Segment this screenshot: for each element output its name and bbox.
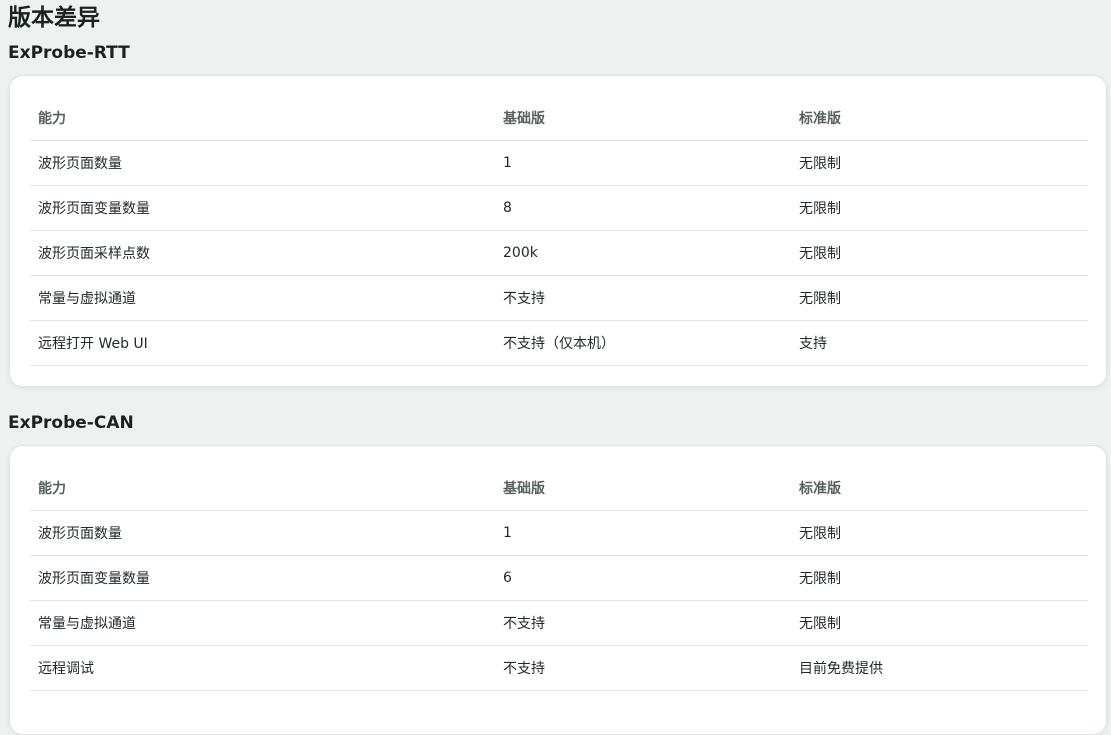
table-row: 波形页面变量数量 6 无限制 — [30, 555, 1088, 601]
column-header-basic: 基础版 — [495, 96, 791, 141]
basic-cell: 不支持（仅本机） — [495, 320, 791, 366]
table-header-row: 能力 基础版 标准版 — [30, 96, 1088, 141]
comparison-table-exprobe-rtt: 能力 基础版 标准版 波形页面数量 1 无限制 波形页面变量数量 8 无限制 波… — [30, 96, 1088, 366]
table-row: 远程调试 不支持 目前免费提供 — [30, 645, 1088, 691]
table-row: 远程打开 Web UI 不支持（仅本机） 支持 — [30, 320, 1088, 366]
page-title: 版本差异 — [8, 5, 100, 31]
table-row: 波形页面变量数量 8 无限制 — [30, 185, 1088, 231]
ability-cell: 远程打开 Web UI — [30, 320, 495, 366]
basic-cell: 不支持 — [495, 600, 791, 646]
basic-cell: 1 — [495, 510, 791, 556]
standard-cell: 无限制 — [791, 230, 1088, 276]
comparison-card-exprobe-rtt: 能力 基础版 标准版 波形页面数量 1 无限制 波形页面变量数量 8 无限制 波… — [9, 75, 1107, 387]
comparison-card-exprobe-can: 能力 基础版 标准版 波形页面数量 1 无限制 波形页面变量数量 6 无限制 常… — [9, 445, 1107, 735]
column-header-standard: 标准版 — [791, 96, 1088, 141]
section-title-exprobe-can: ExProbe-CAN — [8, 413, 134, 433]
ability-cell: 波形页面变量数量 — [30, 185, 495, 231]
standard-cell: 无限制 — [791, 185, 1088, 231]
standard-cell: 目前免费提供 — [791, 645, 1088, 691]
standard-cell: 无限制 — [791, 600, 1088, 646]
standard-cell: 无限制 — [791, 140, 1088, 186]
column-header-standard: 标准版 — [791, 466, 1088, 511]
standard-cell: 支持 — [791, 320, 1088, 366]
table-row: 常量与虚拟通道 不支持 无限制 — [30, 275, 1088, 321]
table-row: 波形页面数量 1 无限制 — [30, 140, 1088, 186]
column-header-ability: 能力 — [30, 96, 495, 141]
basic-cell: 不支持 — [495, 275, 791, 321]
standard-cell: 无限制 — [791, 275, 1088, 321]
standard-cell: 无限制 — [791, 510, 1088, 556]
basic-cell: 6 — [495, 555, 791, 601]
table-row: 常量与虚拟通道 不支持 无限制 — [30, 600, 1088, 646]
table-header-row: 能力 基础版 标准版 — [30, 466, 1088, 511]
ability-cell: 波形页面变量数量 — [30, 555, 495, 601]
ability-cell: 波形页面数量 — [30, 510, 495, 556]
ability-cell: 常量与虚拟通道 — [30, 600, 495, 646]
basic-cell: 不支持 — [495, 645, 791, 691]
comparison-table-exprobe-can: 能力 基础版 标准版 波形页面数量 1 无限制 波形页面变量数量 6 无限制 常… — [30, 466, 1088, 691]
column-header-ability: 能力 — [30, 466, 495, 511]
ability-cell: 波形页面采样点数 — [30, 230, 495, 276]
section-title-exprobe-rtt: ExProbe-RTT — [8, 43, 130, 63]
ability-cell: 常量与虚拟通道 — [30, 275, 495, 321]
basic-cell: 8 — [495, 185, 791, 231]
basic-cell: 1 — [495, 140, 791, 186]
standard-cell: 无限制 — [791, 555, 1088, 601]
ability-cell: 波形页面数量 — [30, 140, 495, 186]
basic-cell: 200k — [495, 230, 791, 276]
column-header-basic: 基础版 — [495, 466, 791, 511]
table-row: 波形页面采样点数 200k 无限制 — [30, 230, 1088, 276]
table-row: 波形页面数量 1 无限制 — [30, 510, 1088, 556]
ability-cell: 远程调试 — [30, 645, 495, 691]
